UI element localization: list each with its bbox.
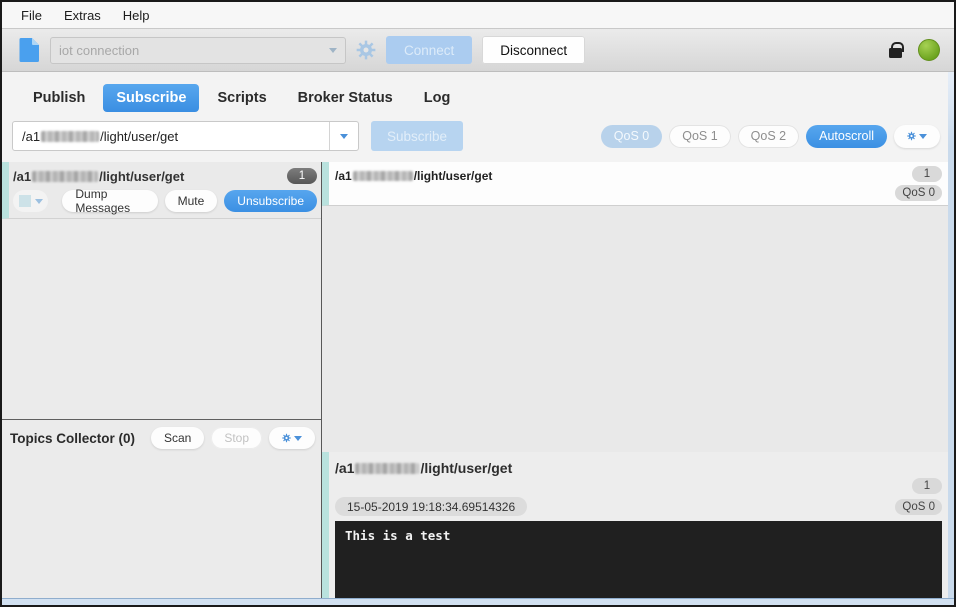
tab-publish[interactable]: Publish xyxy=(20,84,98,112)
disconnect-button[interactable]: Disconnect xyxy=(482,36,585,64)
horizontal-scrollbar[interactable] xyxy=(2,598,954,605)
qos0-toggle[interactable]: QoS 0 xyxy=(601,125,662,148)
payload-viewer[interactable]: This is a test xyxy=(335,521,942,598)
detail-message-number-badge: 1 xyxy=(912,478,942,494)
mute-button[interactable]: Mute xyxy=(165,190,218,212)
menu-bar: File Extras Help xyxy=(2,2,954,28)
connection-profile-select[interactable]: iot connection xyxy=(50,37,346,64)
stop-button[interactable]: Stop xyxy=(211,427,262,449)
chevron-down-icon xyxy=(294,436,302,441)
subscription-topic: /a1/light/user/get xyxy=(13,169,184,184)
topic-color-picker[interactable] xyxy=(13,190,48,212)
message-number-badge: 1 xyxy=(912,166,942,182)
menu-extras[interactable]: Extras xyxy=(54,4,111,27)
subscribe-settings-gear-button[interactable] xyxy=(894,125,940,148)
subscribe-button[interactable]: Subscribe xyxy=(371,121,463,151)
detail-qos-badge: QoS 0 xyxy=(895,499,942,515)
topics-collector-title: Topics Collector (0) xyxy=(10,431,135,446)
connection-profile-placeholder: iot connection xyxy=(59,43,139,58)
connect-button[interactable]: Connect xyxy=(386,36,472,64)
gears-icon xyxy=(907,130,916,142)
topic-input-value: /a1/light/user/get xyxy=(13,129,329,144)
tab-log[interactable]: Log xyxy=(411,84,464,112)
connection-settings-gear-icon[interactable] xyxy=(356,40,376,60)
subscription-item[interactable]: /a1/light/user/get 1 Dump Messages xyxy=(2,162,321,219)
subscribe-controls: /a1/light/user/get Subscribe QoS 0 QoS 1… xyxy=(2,118,948,162)
message-list-item[interactable]: /a1/light/user/get 1 QoS 0 xyxy=(322,162,948,206)
qos2-toggle[interactable]: QoS 2 xyxy=(738,125,799,148)
message-topic: /a1/light/user/get xyxy=(335,166,492,201)
menu-help[interactable]: Help xyxy=(113,4,160,27)
detail-timestamp: 15-05-2019 19:18:34.69514326 xyxy=(335,497,527,516)
message-qos-badge: QoS 0 xyxy=(895,185,942,201)
tab-bar: Publish Subscribe Scripts Broker Status … xyxy=(2,72,948,118)
unsubscribe-button[interactable]: Unsubscribe xyxy=(224,190,317,212)
redacted-topic-segment xyxy=(32,171,98,182)
menu-file[interactable]: File xyxy=(11,4,52,27)
topic-dropdown-button[interactable] xyxy=(329,122,358,150)
tab-subscribe[interactable]: Subscribe xyxy=(103,84,199,112)
connection-bar: iot connection Connect Disconnect xyxy=(2,28,954,72)
topics-collector-header: Topics Collector (0) Scan Stop xyxy=(2,420,321,456)
scan-button[interactable]: Scan xyxy=(151,427,204,449)
redacted-topic-segment xyxy=(353,171,413,181)
subscriptions-panel: /a1/light/user/get 1 Dump Messages xyxy=(2,162,322,598)
gears-icon xyxy=(282,432,291,444)
chevron-down-icon xyxy=(35,199,43,204)
message-detail-pane: /a1/light/user/get 1 15-05-2019 19:18:34… xyxy=(322,452,948,598)
vertical-scrollbar[interactable] xyxy=(948,72,954,598)
messages-panel: /a1/light/user/get 1 QoS 0 /a1/light/use… xyxy=(322,162,948,598)
collector-settings-gear-button[interactable] xyxy=(269,427,315,449)
tab-broker-status[interactable]: Broker Status xyxy=(285,84,406,112)
color-swatch xyxy=(19,195,31,207)
lock-icon xyxy=(889,48,902,58)
detail-topic: /a1/light/user/get xyxy=(335,460,942,476)
redacted-topic-segment xyxy=(41,131,99,142)
connection-status-indicator xyxy=(918,39,940,61)
message-list: /a1/light/user/get 1 QoS 0 xyxy=(322,162,948,452)
autoscroll-toggle[interactable]: Autoscroll xyxy=(806,125,887,148)
dump-messages-button[interactable]: Dump Messages xyxy=(62,190,157,212)
tab-scripts[interactable]: Scripts xyxy=(204,84,279,112)
chevron-down-icon xyxy=(919,134,927,139)
topics-collector-list xyxy=(2,456,321,598)
app-window: File Extras Help iot connection xyxy=(0,0,956,607)
qos1-toggle[interactable]: QoS 1 xyxy=(669,125,730,148)
topic-input[interactable]: /a1/light/user/get xyxy=(12,121,359,151)
profile-file-icon xyxy=(18,37,40,63)
redacted-topic-segment xyxy=(355,463,419,474)
chevron-down-icon xyxy=(329,48,337,53)
subscription-message-count-badge: 1 xyxy=(287,168,317,184)
